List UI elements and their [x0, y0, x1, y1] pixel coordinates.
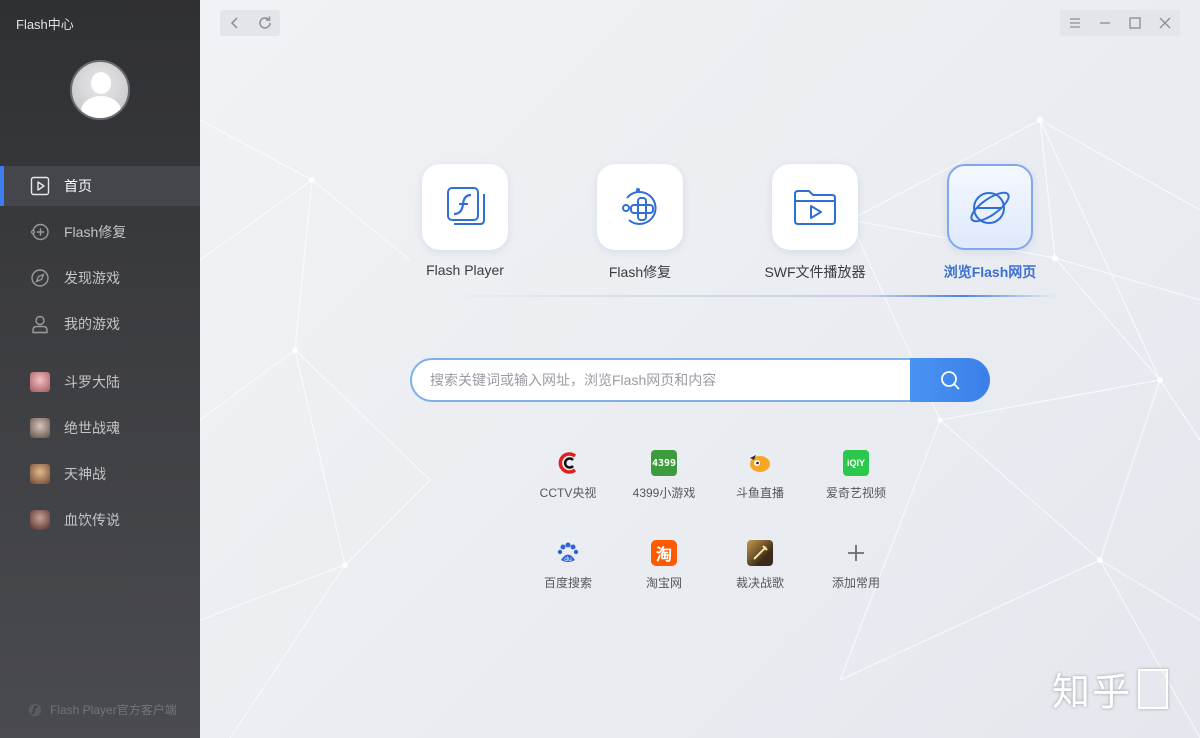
feature-label: Flash Player — [426, 262, 504, 278]
sidebar-item-label: 发现游戏 — [64, 270, 120, 286]
browser-icon — [970, 191, 1010, 224]
game-thumbnail — [30, 464, 50, 484]
site-shortcut[interactable]: CCTV央视 — [520, 450, 616, 501]
sidebar-item-label: 首页 — [64, 178, 92, 194]
sidebar-nav: 首页 Flash修复 发现游戏 我的游戏 — [0, 166, 200, 350]
close-icon — [1159, 17, 1171, 29]
menu-icon — [1070, 18, 1080, 28]
site-shortcut[interactable]: 淘 淘宝网 — [616, 540, 712, 591]
sidebar-item-label: Flash修复 — [64, 224, 127, 240]
sidebar-game-item[interactable]: 绝世战魂 — [0, 408, 200, 448]
feature-tile[interactable] — [772, 164, 858, 250]
app-title: Flash中心 — [16, 17, 74, 32]
site-label: 爱奇艺视频 — [825, 486, 886, 500]
feature-tile[interactable] — [422, 164, 508, 250]
feature-flash-repair[interactable]: Flash修复 — [570, 164, 710, 282]
site-label: 裁决战歌 — [735, 576, 784, 590]
game-thumbnail — [30, 418, 50, 438]
sidebar-item-home[interactable]: 首页 — [0, 166, 200, 206]
4399-icon: 4399 — [651, 450, 677, 476]
cctv-icon — [555, 450, 581, 476]
site-label: 斗鱼直播 — [735, 486, 784, 500]
feature-browse-flash[interactable]: 浏览Flash网页 — [920, 164, 1060, 282]
sidebar-item-flash-repair[interactable]: Flash修复 — [0, 212, 200, 252]
site-shortcut[interactable]: du 百度搜索 — [520, 540, 616, 591]
swf-folder-icon — [794, 190, 836, 225]
play-square-icon — [30, 176, 50, 196]
iqiyi-icon: iQIY — [843, 450, 869, 476]
feature-tile[interactable] — [597, 164, 683, 250]
footer-text: Flash Player官方客户端 — [50, 703, 177, 717]
baidu-icon: du — [555, 540, 581, 566]
sidebar-item-label: 我的游戏 — [64, 316, 120, 332]
site-shortcut[interactable]: 裁决战歌 — [712, 540, 808, 591]
site-shortcut[interactable]: iQIY 爱奇艺视频 — [808, 450, 904, 501]
feature-label: Flash修复 — [608, 264, 672, 280]
flash-logo-icon — [28, 703, 42, 716]
feature-tile[interactable] — [947, 164, 1033, 250]
feature-label: 浏览Flash网页 — [943, 264, 1037, 280]
site-shortcut[interactable]: 斗鱼直播 — [712, 450, 808, 501]
flash-repair-icon — [622, 188, 657, 225]
refresh-button[interactable] — [250, 10, 280, 36]
avatar[interactable] — [70, 60, 130, 120]
taobao-icon: 淘 — [651, 540, 677, 566]
feature-flash-player[interactable]: Flash Player — [395, 164, 535, 278]
search-icon — [941, 371, 960, 390]
search-bar — [410, 358, 990, 402]
back-button[interactable] — [220, 10, 250, 36]
sidebar-game-item[interactable]: 天神战 — [0, 454, 200, 494]
feature-row: Flash Player Flash修复 SWF文件播放器 浏览Flash网页 — [395, 164, 1095, 297]
back-arrow-icon — [230, 17, 238, 29]
site-label: 添加常用 — [831, 576, 880, 590]
svg-text:du: du — [564, 556, 572, 563]
sidebar: Flash中心 首页 Flash修复 发现游戏 我的游戏 斗罗大陆 绝世战魂 天… — [0, 0, 200, 738]
watermark: 知乎 — [1052, 661, 1168, 716]
site-shortcut[interactable]: 4399 4399小游戏 — [616, 450, 712, 501]
maximize-icon — [1129, 17, 1141, 29]
navigation-buttons — [220, 10, 280, 36]
compass-icon — [30, 268, 50, 288]
repair-icon — [30, 222, 50, 242]
site-label: 4399小游戏 — [632, 486, 696, 500]
sidebar-game-item[interactable]: 斗罗大陆 — [0, 362, 200, 402]
site-label: 百度搜索 — [543, 576, 592, 590]
watermark-text: 知乎 — [1051, 670, 1132, 714]
sidebar-item-my-games[interactable]: 我的游戏 — [0, 304, 200, 344]
game-thumbnail — [30, 510, 50, 530]
site-label: 淘宝网 — [645, 576, 682, 590]
search-button[interactable] — [910, 358, 990, 402]
close-button[interactable] — [1150, 10, 1180, 36]
sidebar-game-item[interactable]: 血饮传说 — [0, 500, 200, 540]
sidebar-item-discover[interactable]: 发现游戏 — [0, 258, 200, 298]
add-shortcut-button[interactable]: 添加常用 — [808, 540, 904, 591]
game-label: 绝世战魂 — [64, 420, 120, 436]
minimize-icon — [1100, 22, 1110, 24]
site-label: CCTV央视 — [539, 486, 597, 500]
feature-label: SWF文件播放器 — [764, 264, 866, 280]
sidebar-games: 斗罗大陆 绝世战魂 天神战 血饮传说 — [0, 362, 200, 546]
game-label: 斗罗大陆 — [64, 374, 120, 390]
search-input[interactable] — [410, 358, 920, 402]
game-label: 天神战 — [64, 466, 106, 482]
maximize-button[interactable] — [1120, 10, 1150, 36]
watermark-stamp — [1138, 668, 1168, 709]
flash-player-icon — [447, 187, 485, 225]
refresh-icon — [259, 16, 271, 29]
menu-button[interactable] — [1060, 10, 1090, 36]
minimize-button[interactable] — [1090, 10, 1120, 36]
plus-icon — [843, 540, 869, 566]
game-label: 血饮传说 — [64, 512, 120, 528]
feature-underline — [435, 295, 1055, 297]
feature-swf-player[interactable]: SWF文件播放器 — [745, 164, 885, 282]
window-controls — [1060, 10, 1180, 36]
user-icon — [30, 314, 50, 334]
sidebar-footer: Flash Player官方客户端 — [28, 701, 177, 718]
main-area: Flash Player Flash修复 SWF文件播放器 浏览Flash网页 … — [200, 0, 1200, 738]
douyu-icon — [747, 450, 773, 476]
game-thumbnail — [30, 372, 50, 392]
game-icon — [747, 540, 773, 566]
